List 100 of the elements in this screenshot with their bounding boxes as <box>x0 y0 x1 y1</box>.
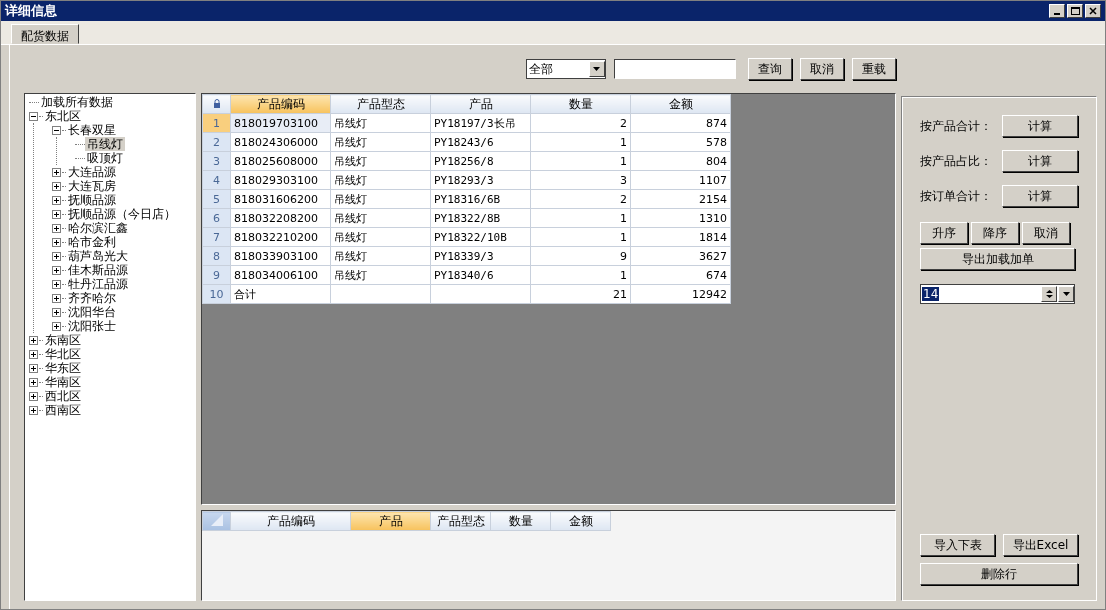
calc-label: 按产品合计： <box>920 117 992 135</box>
expand-icon[interactable] <box>52 209 61 219</box>
tree-item[interactable]: 西南区 <box>43 403 83 417</box>
column-header[interactable]: 数量 <box>530 94 631 114</box>
tree-item[interactable]: 长春双星 <box>66 123 118 137</box>
expand-icon[interactable] <box>52 223 61 233</box>
tree-item[interactable]: 东北区 <box>43 109 83 123</box>
tree-item[interactable]: 西北区 <box>43 389 83 403</box>
table-cell: PY18316/6B <box>430 189 531 209</box>
expand-icon[interactable] <box>52 195 61 205</box>
expand-icon[interactable] <box>52 181 61 191</box>
tree-item[interactable]: 抚顺品源（今日店） <box>66 207 178 221</box>
table-cell: 21 <box>530 284 631 304</box>
tree-item[interactable]: 沈阳华台 <box>66 305 118 319</box>
table-cell: 818032208200 <box>230 208 331 228</box>
table-cell: 吊线灯 <box>330 132 431 152</box>
toolbar-button[interactable]: 取消 <box>799 58 844 80</box>
column-header[interactable]: 产品 <box>350 511 431 531</box>
expand-icon[interactable] <box>52 307 61 317</box>
expand-icon[interactable] <box>52 265 61 275</box>
tree-item[interactable]: 华东区 <box>43 361 83 375</box>
filter-dropdown[interactable]: 全部 <box>525 59 606 79</box>
table-cell: 吊线灯 <box>330 265 431 285</box>
tree-item[interactable]: 华北区 <box>43 347 83 361</box>
tree-item[interactable]: 东南区 <box>43 333 83 347</box>
column-header[interactable]: 产品型态 <box>430 511 491 531</box>
column-header[interactable]: 产品编码 <box>230 511 351 531</box>
sort-button[interactable]: 升序 <box>920 222 968 244</box>
action-button[interactable]: 导入下表 <box>920 534 995 556</box>
number-spinner[interactable]: 14 <box>920 284 1075 304</box>
toolbar-button[interactable]: 查询 <box>747 58 792 80</box>
toolbar-button[interactable]: 重载 <box>851 58 896 80</box>
lock-icon <box>202 94 231 114</box>
table-cell: PY18339/3 <box>430 246 531 266</box>
calculate-button[interactable]: 计算 <box>1002 150 1078 172</box>
tree-item[interactable]: 华南区 <box>43 375 83 389</box>
table-cell: 818034006100 <box>230 265 331 285</box>
column-header[interactable]: 金额 <box>630 94 731 114</box>
table-cell: 9 <box>530 246 631 266</box>
table-cell: 吊线灯 <box>330 246 431 266</box>
expand-icon[interactable] <box>29 377 38 387</box>
tab[interactable]: 配货数据 <box>11 24 79 44</box>
column-header[interactable]: 金额 <box>550 511 611 531</box>
tree-item[interactable]: 加载所有数据 <box>39 95 115 109</box>
expand-icon[interactable] <box>52 279 61 289</box>
table-cell: 1 <box>530 208 631 228</box>
table-cell: PY18322/8B <box>430 208 531 228</box>
table-cell: 吊线灯 <box>330 189 431 209</box>
action-button[interactable]: 导出Excel <box>1003 534 1078 556</box>
table-cell: PY18256/8 <box>430 151 531 171</box>
column-header[interactable]: 产品编码 <box>230 94 331 114</box>
expand-icon[interactable] <box>52 293 61 303</box>
expand-icon[interactable] <box>29 363 38 373</box>
table-cell: 1 <box>530 151 631 171</box>
table-cell: PY18243/6 <box>430 132 531 152</box>
expand-icon[interactable] <box>29 335 38 345</box>
expand-icon[interactable] <box>52 321 61 331</box>
sort-button[interactable]: 降序 <box>971 222 1019 244</box>
table-cell: 1 <box>530 227 631 247</box>
tree-item[interactable]: 佳木斯品源 <box>66 263 130 277</box>
spin-arrows-icon[interactable] <box>1041 286 1057 302</box>
collapse-icon[interactable] <box>52 125 61 135</box>
maximize-icon[interactable] <box>1067 4 1083 18</box>
column-header[interactable]: 数量 <box>490 511 551 531</box>
column-header[interactable]: 产品 <box>430 94 531 114</box>
search-field[interactable] <box>613 59 736 79</box>
tree-item[interactable]: 葫芦岛光大 <box>66 249 130 263</box>
minimize-icon[interactable] <box>1049 4 1065 18</box>
table-cell: 874 <box>630 113 731 133</box>
table-cell: 合计 <box>230 284 331 304</box>
tree-item[interactable]: 大连瓦房 <box>66 179 118 193</box>
sort-button[interactable]: 取消 <box>1022 222 1070 244</box>
table-cell: 818032210200 <box>230 227 331 247</box>
table-cell: 1814 <box>630 227 731 247</box>
expand-icon[interactable] <box>29 405 38 415</box>
collapse-icon[interactable] <box>29 111 38 121</box>
action-button[interactable]: 删除行 <box>920 563 1078 585</box>
tree-item[interactable]: 大连品源 <box>66 165 118 179</box>
table-cell: 2 <box>530 189 631 209</box>
window-title: 详细信息 <box>5 2 57 20</box>
tree-item[interactable]: 沈阳张士 <box>66 319 118 333</box>
calculate-button[interactable]: 计算 <box>1002 185 1078 207</box>
expand-icon[interactable] <box>52 237 61 247</box>
tree-item[interactable]: 哈市金利 <box>66 235 118 249</box>
expand-icon[interactable] <box>29 391 38 401</box>
close-icon[interactable] <box>1085 4 1101 18</box>
export-button[interactable]: 导出加载加单 <box>920 248 1075 270</box>
calculate-button[interactable]: 计算 <box>1002 115 1078 137</box>
tree-item[interactable]: 抚顺品源 <box>66 193 118 207</box>
expand-icon[interactable] <box>29 349 38 359</box>
tree-item[interactable]: 齐齐哈尔 <box>66 291 118 305</box>
expand-icon[interactable] <box>52 167 61 177</box>
tree-item[interactable]: 吊线灯 <box>85 137 125 151</box>
table-cell: 3 <box>530 170 631 190</box>
table-cell: PY18340/6 <box>430 265 531 285</box>
tree-item[interactable]: 吸顶灯 <box>85 151 125 165</box>
tree-item[interactable]: 牡丹江品源 <box>66 277 130 291</box>
column-header[interactable]: 产品型态 <box>330 94 431 114</box>
expand-icon[interactable] <box>52 251 61 261</box>
tree-item[interactable]: 哈尔滨汇鑫 <box>66 221 130 235</box>
